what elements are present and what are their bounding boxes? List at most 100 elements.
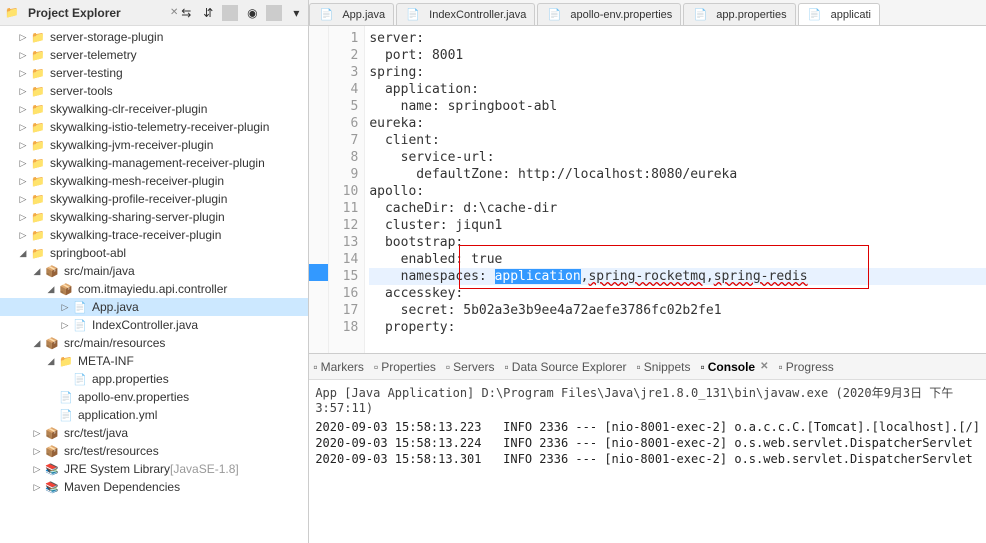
tree-item-apollo-env-properties[interactable]: 📄apollo-env.properties [0,388,308,406]
twisty-icon[interactable]: ▷ [18,68,28,78]
view-tab-console[interactable]: ▫Console ✕ [700,360,768,374]
code-line-13[interactable]: bootstrap: [369,234,986,251]
link-editor-icon[interactable]: ⇵ [200,5,216,21]
view-tab-servers[interactable]: ▫Servers [446,360,495,374]
close-icon[interactable]: ✕ [760,361,768,372]
code-line-18[interactable]: property: [369,319,986,336]
tree-item-app-properties[interactable]: 📄app.properties [0,370,308,388]
twisty-icon[interactable]: ◢ [18,248,28,258]
code-line-6[interactable]: eureka: [369,115,986,132]
file-icon: 📄 [58,407,74,423]
twisty-icon[interactable]: ◢ [46,356,56,366]
tree-item-jre-system-library[interactable]: ▷📚JRE System Library [JavaSE-1.8] [0,460,308,478]
twisty-icon[interactable]: ▷ [18,104,28,114]
tree-item-springboot-abl[interactable]: ◢📁springboot-abl [0,244,308,262]
view-tab-snippets[interactable]: ▫Snippets [637,360,691,374]
tree-item-app-java[interactable]: ▷📄App.java [0,298,308,316]
tree-item-server-tools[interactable]: ▷📁server-tools [0,82,308,100]
twisty-icon[interactable] [46,392,56,402]
tab-applicati[interactable]: 📄applicati [798,3,880,25]
project-tree[interactable]: ▷📁server-storage-plugin▷📁server-telemetr… [0,26,308,543]
twisty-icon[interactable]: ▷ [18,50,28,60]
tree-item-meta-inf[interactable]: ◢📁META-INF [0,352,308,370]
code-line-5[interactable]: name: springboot-abl [369,98,986,115]
view-menu-icon[interactable]: ▾ [288,5,304,21]
twisty-icon[interactable]: ◢ [46,284,56,294]
view-tab-label: Data Source Explorer [512,360,627,374]
tree-item-indexcontroller-java[interactable]: ▷📄IndexController.java [0,316,308,334]
tab-app-java[interactable]: 📄App.java [309,3,394,25]
twisty-icon[interactable]: ▷ [18,212,28,222]
tree-item-skywalking-sharing-server-plugin[interactable]: ▷📁skywalking-sharing-server-plugin [0,208,308,226]
twisty-icon[interactable]: ▷ [32,482,42,492]
twisty-icon[interactable]: ▷ [18,158,28,168]
tree-item-label: server-tools [50,84,113,98]
tab-indexcontroller-java[interactable]: 📄IndexController.java [396,3,535,25]
code-line-8[interactable]: service-url: [369,149,986,166]
tree-item-application-yml[interactable]: 📄application.yml [0,406,308,424]
code-line-16[interactable]: accesskey: [369,285,986,302]
tree-item-src-test-java[interactable]: ▷📦src/test/java [0,424,308,442]
code-line-4[interactable]: application: [369,81,986,98]
code-line-7[interactable]: client: [369,132,986,149]
twisty-icon[interactable]: ▷ [18,230,28,240]
code-area[interactable]: server: port: 8001spring: application: n… [365,26,986,353]
tree-item-com-itmayiedu-api-controller[interactable]: ◢📦com.itmayiedu.api.controller [0,280,308,298]
tree-item-maven-dependencies[interactable]: ▷📚Maven Dependencies [0,478,308,496]
tree-item-skywalking-clr-receiver-plugin[interactable]: ▷📁skywalking-clr-receiver-plugin [0,100,308,118]
tree-item-label: skywalking-profile-receiver-plugin [50,192,227,206]
twisty-icon[interactable]: ▷ [18,194,28,204]
code-line-10[interactable]: apollo: [369,183,986,200]
twisty-icon[interactable]: ◢ [32,338,42,348]
twisty-icon[interactable] [46,410,56,420]
code-line-2[interactable]: port: 8001 [369,47,986,64]
code-line-12[interactable]: cluster: jiqun1 [369,217,986,234]
tree-item-server-storage-plugin[interactable]: ▷📁server-storage-plugin [0,28,308,46]
code-line-1[interactable]: server: [369,30,986,47]
tree-item-skywalking-istio-telemetry-receiver-plugin[interactable]: ▷📁skywalking-istio-telemetry-receiver-pl… [0,118,308,136]
code-line-11[interactable]: cacheDir: d:\cache-dir [369,200,986,217]
tree-item-server-testing[interactable]: ▷📁server-testing [0,64,308,82]
code-line-17[interactable]: secret: 5b02a3e3b9ee4a72aefe3786fc02b2fe… [369,302,986,319]
collapse-all-icon[interactable]: ⇆ [178,5,194,21]
view-tab-progress[interactable]: ▫Progress [778,360,833,374]
twisty-icon[interactable]: ▷ [60,320,70,330]
twisty-icon[interactable]: ▷ [32,464,42,474]
twisty-icon[interactable]: ▷ [60,302,70,312]
code-line-3[interactable]: spring: [369,64,986,81]
twisty-icon[interactable]: ▷ [18,140,28,150]
twisty-icon[interactable]: ▷ [18,86,28,96]
tree-item-src-main-java[interactable]: ◢📦src/main/java [0,262,308,280]
console-view[interactable]: App [Java Application] D:\Program Files\… [309,380,986,543]
twisty-icon[interactable]: ▷ [18,176,28,186]
tree-item-src-main-resources[interactable]: ◢📦src/main/resources [0,334,308,352]
tree-item-label: skywalking-mesh-receiver-plugin [50,174,224,188]
twisty-icon[interactable]: ▷ [18,32,28,42]
view-tab-label: Snippets [644,360,691,374]
tab-apollo-env-properties[interactable]: 📄apollo-env.properties [537,3,681,25]
tree-item-skywalking-profile-receiver-plugin[interactable]: ▷📁skywalking-profile-receiver-plugin [0,190,308,208]
view-close-x[interactable]: ✕ [170,7,178,18]
view-tab-properties[interactable]: ▫Properties [374,360,436,374]
twisty-icon[interactable]: ▷ [32,446,42,456]
code-line-15[interactable]: namespaces: application,spring-rocketmq,… [369,268,986,285]
view-tab-markers[interactable]: ▫Markers [313,360,364,374]
editor-tabs[interactable]: 📄App.java📄IndexController.java📄apollo-en… [309,0,986,26]
tab-label: applicati [831,9,871,21]
tree-item-skywalking-management-receiver-plugin[interactable]: ▷📁skywalking-management-receiver-plugin [0,154,308,172]
focus-icon[interactable]: ◉ [244,5,260,21]
bottom-tabs[interactable]: ▫Markers ▫Properties ▫Servers ▫Data Source … [309,354,986,380]
tree-item-server-telemetry[interactable]: ▷📁server-telemetry [0,46,308,64]
twisty-icon[interactable]: ▷ [32,428,42,438]
code-line-9[interactable]: defaultZone: http://localhost:8080/eurek… [369,166,986,183]
twisty-icon[interactable]: ◢ [32,266,42,276]
view-tab-data-source-explorer[interactable]: ▫Data Source Explorer [505,360,627,374]
tree-item-skywalking-trace-receiver-plugin[interactable]: ▷📁skywalking-trace-receiver-plugin [0,226,308,244]
twisty-icon[interactable] [60,374,70,384]
tree-item-skywalking-mesh-receiver-plugin[interactable]: ▷📁skywalking-mesh-receiver-plugin [0,172,308,190]
code-line-14[interactable]: enabled: true [369,251,986,268]
tree-item-src-test-resources[interactable]: ▷📦src/test/resources [0,442,308,460]
twisty-icon[interactable]: ▷ [18,122,28,132]
tree-item-skywalking-jvm-receiver-plugin[interactable]: ▷📁skywalking-jvm-receiver-plugin [0,136,308,154]
tab-app-properties[interactable]: 📄app.properties [683,3,795,25]
